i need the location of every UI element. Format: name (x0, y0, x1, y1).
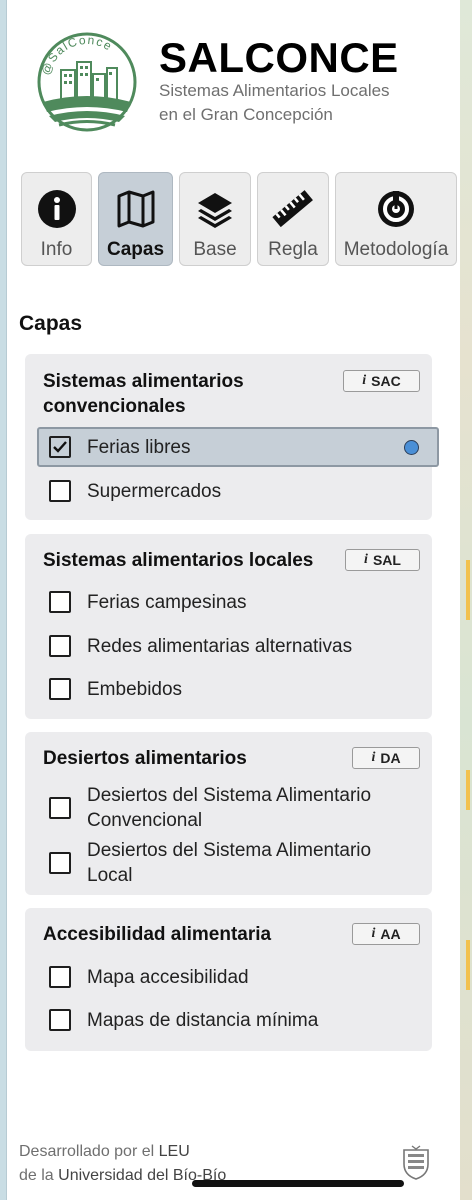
tab-capas-label: Capas (106, 239, 165, 260)
info-badge-da[interactable]: i DA (352, 747, 420, 769)
group-sistemas-locales: Sistemas alimentarios locales i SAL Feri… (25, 534, 432, 719)
group-title: Accesibilidad alimentaria (43, 924, 272, 945)
info-letter: i (362, 373, 367, 388)
layer-supermercados[interactable]: Supermercados (25, 471, 432, 511)
group-title: Sistemas alimentarios locales (43, 550, 314, 571)
group-title-line1: Sistemas alimentarios (43, 371, 244, 392)
tab-metodologia[interactable]: Metodología (335, 172, 457, 266)
info-letter: i (371, 926, 376, 941)
layer-label-line1: Desiertos del Sistema Alimentario (87, 785, 372, 806)
checkbox-desiertos-convencional[interactable] (49, 797, 71, 819)
badge-code: SAC (371, 373, 401, 389)
layer-label-line1: Desiertos del Sistema Alimentario (87, 840, 372, 861)
layer-desiertos-convencional[interactable]: Desiertos del Sistema Alimentario Conven… (25, 782, 432, 834)
leu-link[interactable]: LEU (159, 1143, 190, 1160)
layer-label: Ferias campesinas (87, 591, 247, 613)
tab-base-label: Base (193, 239, 237, 260)
checkbox-ferias-libres[interactable] (49, 436, 71, 458)
layer-distancia-minima[interactable]: Mapas de distancia mínima (25, 1000, 432, 1040)
layer-desiertos-local[interactable]: Desiertos del Sistema Alimentario Local (25, 837, 432, 889)
layer-label: Mapas de distancia mínima (87, 1009, 319, 1031)
group-accesibilidad-alimentaria: Accesibilidad alimentaria i AA Mapa acce… (25, 908, 432, 1051)
footer-text: de la (19, 1167, 59, 1184)
methodology-icon (374, 187, 418, 231)
tab-metodologia-label: Metodología (343, 239, 449, 260)
checkbox-desiertos-local[interactable] (49, 852, 71, 874)
badge-code: SAL (372, 552, 401, 568)
legend-dot (404, 439, 419, 455)
check-icon (53, 441, 67, 453)
checkbox-redes-alimentarias[interactable] (49, 635, 71, 657)
map-icon (114, 187, 158, 231)
side-panel: @SalConce SALCONCE Sistemas Alimentarios… (6, 0, 460, 1200)
layer-label: Supermercados (87, 480, 222, 502)
info-letter: i (364, 552, 368, 567)
section-title: Capas (19, 312, 83, 335)
layer-embebidos[interactable]: Embebidos (25, 669, 432, 709)
tab-regla[interactable]: Regla (257, 172, 329, 266)
info-badge-sac[interactable]: i SAC (343, 370, 420, 392)
salconce-logo: @SalConce (37, 32, 137, 132)
footer-line1: Desarrollado por el LEU (19, 1140, 226, 1164)
info-badge-sal[interactable]: i SAL (345, 549, 420, 571)
university-crest-icon (403, 1145, 429, 1180)
tab-regla-label: Regla (268, 239, 318, 260)
badge-code: DA (380, 750, 401, 766)
group-title: Desiertos alimentarios (43, 748, 247, 769)
app-title: SALCONCE (159, 34, 399, 81)
checkbox-mapa-accesibilidad[interactable] (49, 966, 71, 988)
layer-label: Redes alimentarias alternativas (87, 635, 353, 657)
app-subtitle-line1: Sistemas Alimentarios Locales (159, 81, 390, 100)
layer-label: Embebidos (87, 678, 183, 700)
tab-info-label: Info (40, 239, 73, 260)
checkbox-embebidos[interactable] (49, 678, 71, 700)
app-subtitle: Sistemas Alimentarios Locales en el Gran… (159, 79, 439, 127)
info-badge-aa[interactable]: i AA (352, 923, 420, 945)
group-title-line2: convencionales (43, 396, 186, 417)
info-icon (35, 187, 79, 231)
layer-label-line2: Local (87, 865, 133, 886)
layer-label-line2: Convencional (87, 810, 203, 831)
badge-code: AA (380, 926, 401, 942)
tab-capas[interactable]: Capas (98, 172, 173, 266)
layer-ferias-campesinas[interactable]: Ferias campesinas (25, 582, 432, 622)
layer-redes-alimentarias[interactable]: Redes alimentarias alternativas (25, 626, 432, 666)
ruler-icon (271, 187, 315, 231)
checkbox-supermercados[interactable] (49, 480, 71, 502)
layer-label: Mapa accesibilidad (87, 966, 249, 988)
home-indicator[interactable] (192, 1180, 404, 1187)
group-desiertos-alimentarios: Desiertos alimentarios i DA Desiertos de… (25, 732, 432, 895)
map-background[interactable] (460, 0, 472, 1200)
layer-label: Ferias libres (87, 436, 191, 458)
group-title: Sistemas alimentarios convencionales (43, 369, 244, 419)
checkbox-distancia-minima[interactable] (49, 1009, 71, 1031)
header: @SalConce SALCONCE Sistemas Alimentarios… (7, 0, 461, 160)
checkbox-ferias-campesinas[interactable] (49, 591, 71, 613)
app-subtitle-line2: en el Gran Concepción (159, 105, 333, 124)
layer-ferias-libres[interactable]: Ferias libres (37, 427, 439, 467)
tab-base[interactable]: Base (179, 172, 251, 266)
layer-label: Desiertos del Sistema Alimentario Conven… (87, 783, 371, 833)
layer-mapa-accesibilidad[interactable]: Mapa accesibilidad (25, 957, 432, 997)
layer-label: Desiertos del Sistema Alimentario Local (87, 838, 371, 888)
info-letter: i (371, 750, 376, 765)
footer-text: Desarrollado por el (19, 1143, 159, 1160)
tab-info[interactable]: Info (21, 172, 92, 266)
layers-icon (193, 187, 237, 231)
group-sistemas-convencionales: Sistemas alimentarios convencionales i S… (25, 354, 439, 520)
